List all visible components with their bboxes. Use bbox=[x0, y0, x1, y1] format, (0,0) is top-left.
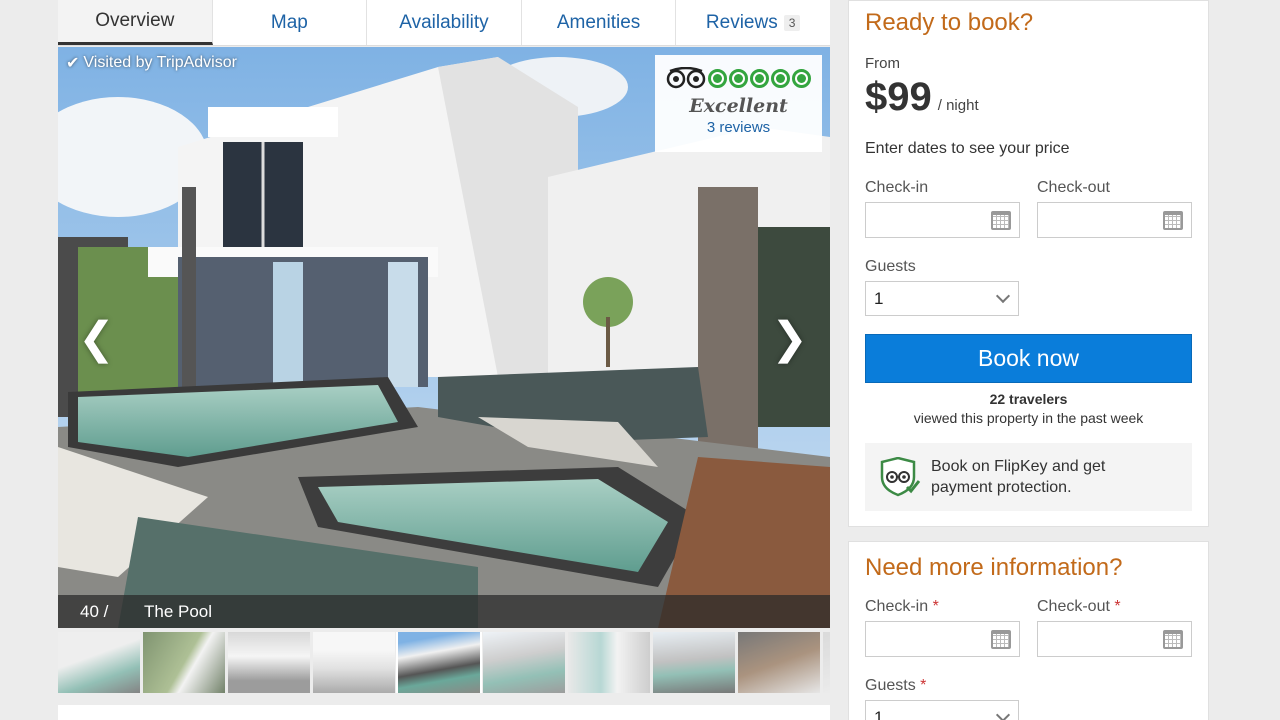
guests-select[interactable]: 1 bbox=[865, 281, 1019, 316]
calendar-icon bbox=[991, 211, 1011, 230]
calendar-icon bbox=[1163, 630, 1183, 649]
photo-thumbnail[interactable] bbox=[483, 632, 565, 693]
tripadvisor-owl-icon bbox=[666, 67, 706, 89]
property-gallery-column: Overview Map Availability Amenities Revi… bbox=[58, 0, 830, 720]
reviews-link[interactable]: 3 reviews bbox=[655, 119, 822, 136]
photo-thumbnail[interactable] bbox=[58, 632, 140, 693]
chevron-down-icon bbox=[995, 707, 1011, 720]
main-photo[interactable]: ✔ Visited by TripAdvisor Excellent 3 rev… bbox=[58, 47, 830, 628]
tab-amenities[interactable]: Amenities bbox=[522, 0, 677, 45]
rating-bubble-icon bbox=[729, 68, 748, 88]
tab-label: Reviews bbox=[705, 11, 778, 33]
photo-counter: 40 / bbox=[80, 601, 109, 621]
more-info-card: Need more information? Check-in * Check-… bbox=[848, 541, 1209, 720]
travelers-notice: 22 travelers viewed this property in the… bbox=[849, 390, 1208, 428]
info-guests-label: Guests * bbox=[865, 677, 926, 695]
more-info-title: Need more information? bbox=[865, 554, 1123, 581]
info-checkin-text: Check-in bbox=[865, 598, 929, 615]
tab-availability[interactable]: Availability bbox=[367, 0, 522, 45]
from-label: From bbox=[865, 55, 900, 72]
book-now-button[interactable]: Book now bbox=[865, 334, 1192, 383]
visited-by-tripadvisor: ✔ Visited by TripAdvisor bbox=[66, 53, 237, 73]
tab-reviews[interactable]: Reviews 3 bbox=[676, 0, 830, 45]
per-night-label: / night bbox=[937, 97, 979, 114]
booking-title: Ready to book? bbox=[865, 9, 1034, 36]
info-checkout-label: Check-out * bbox=[1037, 598, 1121, 616]
visited-label: Visited by TripAdvisor bbox=[83, 54, 237, 71]
rating-bubble-icon bbox=[750, 68, 769, 88]
rating-bubble-icon bbox=[771, 68, 790, 88]
previous-photo-arrow-icon[interactable]: ❮ bbox=[78, 317, 115, 361]
travelers-count: 22 travelers bbox=[989, 391, 1068, 407]
flipkey-line-1: Book on FlipKey and get bbox=[931, 458, 1106, 475]
rating-word: Excellent bbox=[689, 95, 788, 117]
tab-label: Map bbox=[270, 11, 308, 33]
tab-label: Availability bbox=[399, 11, 489, 33]
required-mark: * bbox=[920, 677, 927, 694]
guests-label: Guests bbox=[865, 258, 916, 275]
photo-thumbnail[interactable] bbox=[738, 632, 820, 693]
tab-map[interactable]: Map bbox=[213, 0, 368, 45]
flipkey-shield-icon bbox=[880, 457, 921, 497]
info-checkout-date-input[interactable] bbox=[1037, 621, 1192, 657]
calendar-icon bbox=[991, 630, 1011, 649]
checkout-date-input[interactable] bbox=[1037, 202, 1192, 238]
flipkey-text: Book on FlipKey and get payment protecti… bbox=[931, 456, 1105, 498]
next-photo-arrow-icon[interactable]: ❯ bbox=[771, 317, 808, 361]
info-guests-text: Guests bbox=[865, 677, 916, 694]
overview-card bbox=[58, 705, 830, 720]
checkout-label: Check-out bbox=[1037, 179, 1110, 196]
rating-bubble-icon bbox=[708, 68, 727, 88]
tripadvisor-bubble-rating bbox=[655, 63, 822, 93]
photo-thumbnail[interactable] bbox=[823, 632, 830, 693]
thumbnail-strip bbox=[58, 632, 830, 693]
property-tabs: Overview Map Availability Amenities Revi… bbox=[58, 0, 830, 46]
tab-label: Overview bbox=[95, 10, 175, 31]
travelers-text: viewed this property in the past week bbox=[913, 410, 1144, 426]
photo-caption-bar: 40 / The Pool bbox=[58, 595, 830, 628]
required-mark: * bbox=[932, 598, 939, 615]
rating-bubble-icon bbox=[792, 68, 811, 88]
info-checkout-text: Check-out bbox=[1037, 598, 1110, 615]
nightly-price: $99 bbox=[865, 75, 932, 119]
chevron-down-icon bbox=[995, 288, 1011, 304]
checkin-label: Check-in bbox=[865, 179, 929, 196]
photo-thumbnail[interactable] bbox=[653, 632, 735, 693]
tripadvisor-rating-badge[interactable]: Excellent 3 reviews bbox=[655, 55, 822, 152]
photo-thumbnail[interactable] bbox=[228, 632, 310, 693]
photo-thumbnail[interactable] bbox=[313, 632, 395, 693]
guests-value: 1 bbox=[874, 288, 884, 308]
enter-dates-hint: Enter dates to see your price bbox=[865, 140, 1070, 157]
tab-overview[interactable]: Overview bbox=[58, 0, 213, 45]
calendar-icon bbox=[1163, 211, 1183, 230]
photo-thumbnail[interactable] bbox=[568, 632, 650, 693]
photo-thumbnail[interactable] bbox=[143, 632, 225, 693]
info-guests-select[interactable]: 1 bbox=[865, 700, 1019, 720]
photo-caption: The Pool bbox=[144, 601, 213, 621]
info-checkin-label: Check-in * bbox=[865, 598, 939, 616]
required-mark: * bbox=[1114, 598, 1121, 615]
tab-label: Amenities bbox=[556, 11, 641, 33]
check-icon: ✔ bbox=[66, 55, 80, 72]
flipkey-protection-box: Book on FlipKey and get payment protecti… bbox=[865, 443, 1192, 511]
booking-card: Ready to book? From $99 / night Enter da… bbox=[848, 0, 1209, 527]
flipkey-line-2: payment protection. bbox=[931, 479, 1072, 496]
checkin-date-input[interactable] bbox=[865, 202, 1020, 238]
photo-thumbnail[interactable] bbox=[396, 632, 482, 693]
info-guests-value: 1 bbox=[874, 707, 884, 720]
info-checkin-date-input[interactable] bbox=[865, 621, 1020, 657]
reviews-count-badge: 3 bbox=[783, 14, 801, 31]
price-row: $99 / night bbox=[865, 75, 979, 120]
